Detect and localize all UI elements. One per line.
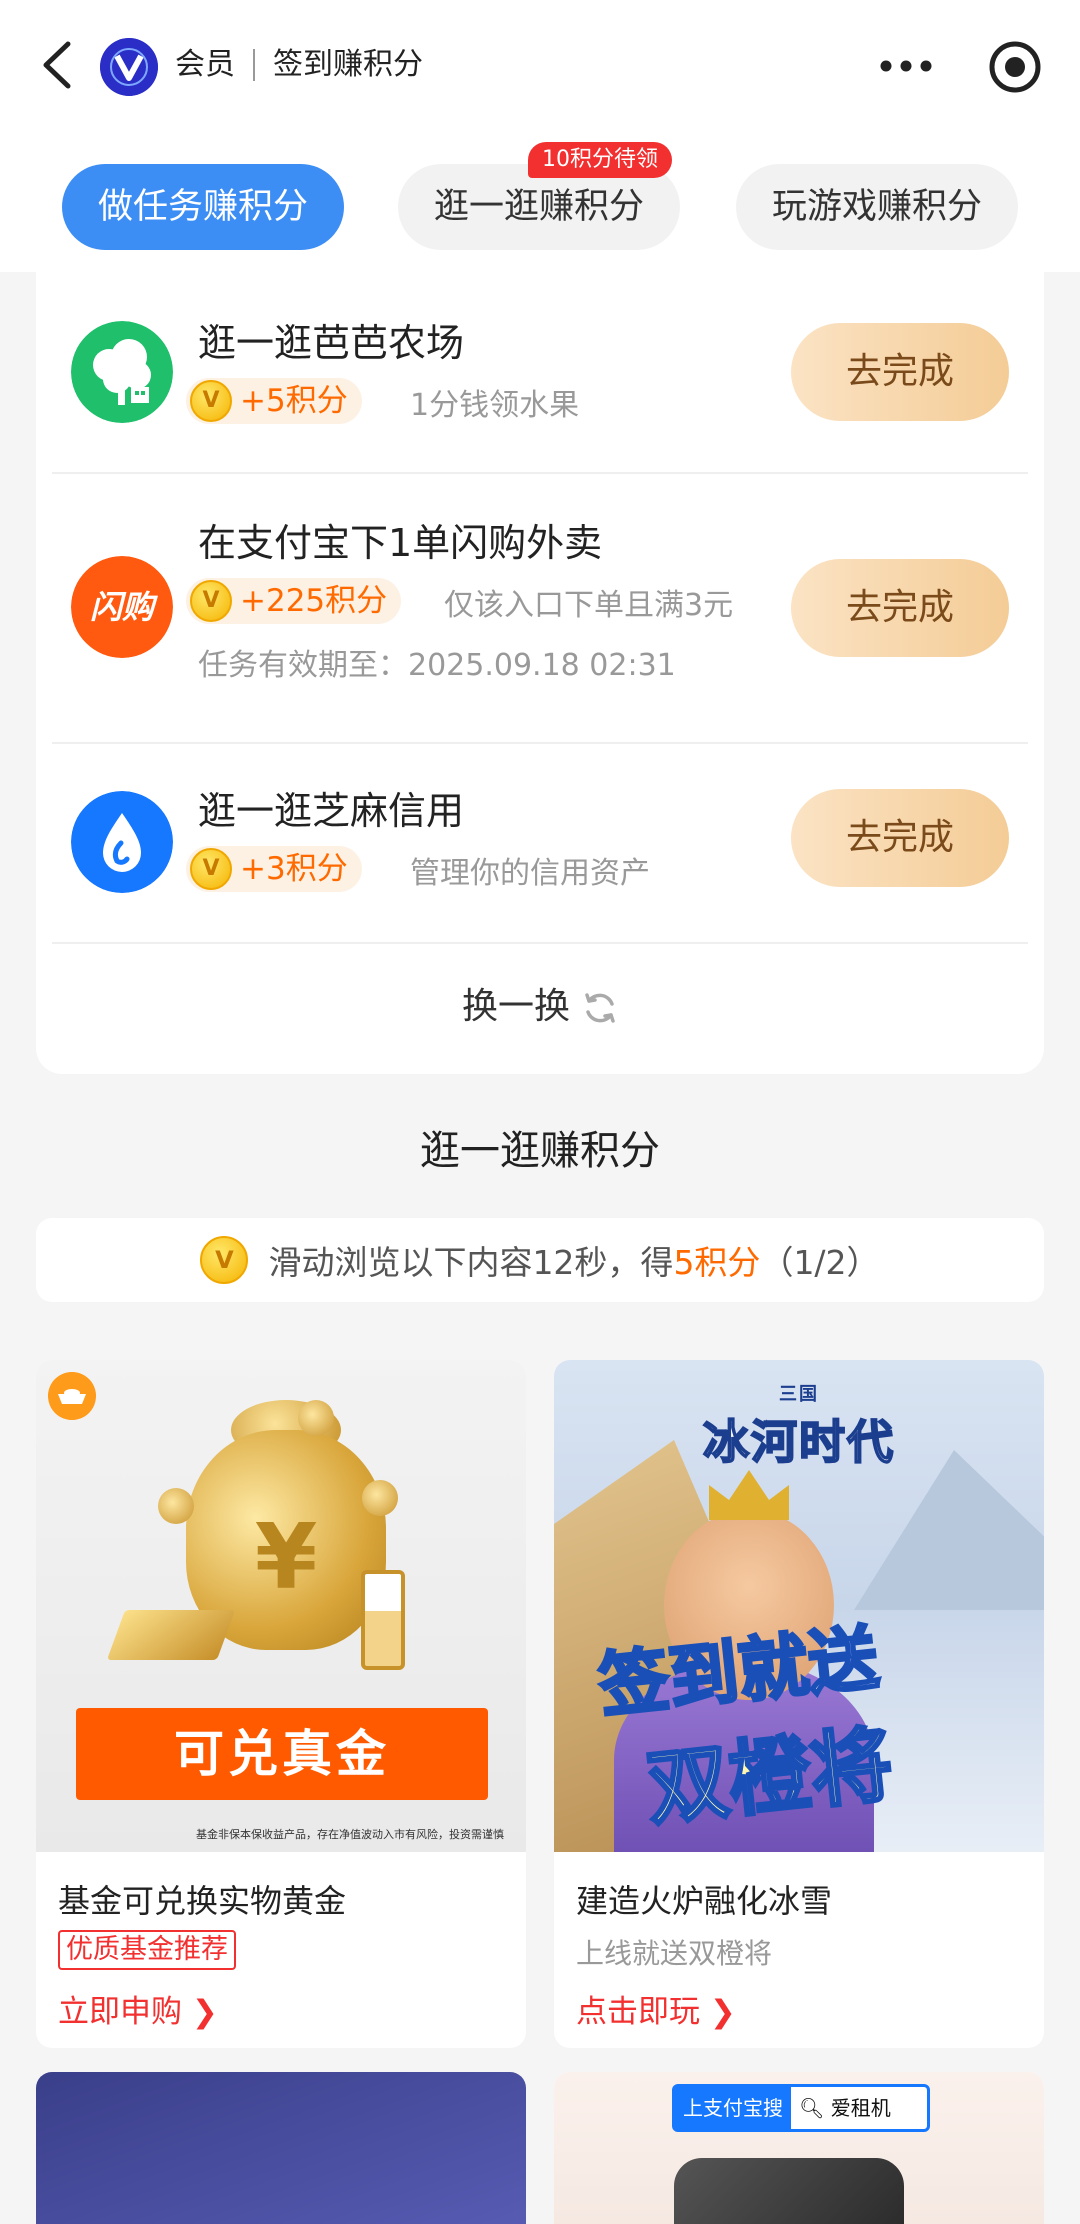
- chevron-right-icon: ❯: [191, 1994, 218, 2030]
- phone-image: [674, 2158, 904, 2224]
- task-expiry: 任务有效期至：2025.09.18 02:31: [198, 648, 676, 683]
- tab-play-games[interactable]: 玩游戏赚积分: [736, 164, 1018, 250]
- game-logo-text: 冰河时代: [702, 1414, 895, 1470]
- points-coin-icon: [200, 1236, 249, 1284]
- search-keyword: 爱租机: [830, 2096, 891, 2120]
- gold-bar-image: [106, 1610, 236, 1660]
- page-title: 签到赚积分: [273, 47, 423, 82]
- points-coin-icon: [190, 580, 232, 622]
- search-tag-left: 上支付宝搜: [675, 2087, 791, 2129]
- link-label: 点击即玩: [576, 1994, 700, 2030]
- fund-disclaimer: 基金非保本保收益产品，存在净值波动入市有风险，投资需谨慎: [196, 1828, 504, 1841]
- task-item-shangou: 闪购 在支付宝下1单闪购外卖 +225积分 仅该入口下单且满3元 任务有效期至：…: [36, 474, 1044, 744]
- complete-task-button[interactable]: 去完成: [791, 559, 1009, 657]
- feed-card-phone-rental[interactable]: 上支付宝搜 🔍︎ 爱租机: [554, 2072, 1044, 2224]
- task-title: 逛一逛芝麻信用: [198, 789, 465, 833]
- nav-brand: 会员: [175, 47, 235, 82]
- nav-title: 会员 签到赚积分: [175, 40, 423, 90]
- task-desc: 管理你的信用资产: [410, 856, 650, 891]
- browse-progress: （1/2）: [760, 1243, 880, 1282]
- link-label: 立即申购: [58, 1994, 182, 2030]
- refresh-icon: [585, 993, 615, 1023]
- gold-ingot-icon: [48, 1372, 96, 1420]
- snow-mountain-image: [854, 1450, 1044, 1610]
- points-value: +3积分: [240, 851, 348, 887]
- game-logo: 三国 冰河时代: [554, 1380, 1044, 1472]
- points-coin-icon: [190, 848, 232, 890]
- crown-icon: [709, 1470, 789, 1520]
- points-coin-icon: [190, 380, 232, 422]
- more-icon[interactable]: [878, 52, 934, 80]
- search-tag-right: 🔍︎ 爱租机: [791, 2087, 891, 2129]
- redeem-gold-banner: 可兑真金: [76, 1708, 488, 1800]
- nav-divider: [253, 49, 255, 81]
- svg-text:闪购: 闪购: [90, 588, 158, 626]
- task-desc: 仅该入口下单且满3元: [444, 588, 734, 623]
- shangou-icon: 闪购: [71, 556, 173, 658]
- refresh-label: 换一换: [461, 986, 570, 1027]
- card-title: 基金可兑换实物黄金: [58, 1882, 347, 1920]
- browse-progress-bar: 滑动浏览以下内容12秒，得5积分（1/2）: [36, 1218, 1044, 1302]
- member-logo-icon: [100, 38, 158, 96]
- points-reward: +3积分: [186, 846, 362, 892]
- search-icon: 🔍︎: [799, 2096, 825, 2120]
- alipay-search-tag: 上支付宝搜 🔍︎ 爱租机: [672, 2084, 930, 2132]
- task-title: 逛一逛芭芭农场: [198, 321, 465, 365]
- hourglass-icon: [361, 1570, 405, 1670]
- close-miniapp-icon[interactable]: [988, 40, 1042, 94]
- complete-task-button[interactable]: 去完成: [791, 323, 1009, 421]
- card-subtitle: 上线就送双橙将: [576, 1937, 773, 1970]
- browse-prefix: 滑动浏览以下内容12秒，得: [268, 1243, 674, 1282]
- gold-coin-image: [298, 1400, 334, 1436]
- feed-card-gold-fund[interactable]: ¥ 可兑真金 基金非保本保收益产品，存在净值波动入市有风险，投资需谨慎 基金可兑…: [36, 1360, 526, 2048]
- buy-now-link[interactable]: 立即申购 ❯: [58, 1986, 218, 2031]
- feed-card-game-map[interactable]: [36, 2072, 526, 2224]
- game-promo-image: 三国 冰河时代 签到就送 双橙将: [554, 1360, 1044, 1852]
- gold-fund-image: ¥ 可兑真金 基金非保本保收益产品，存在净值波动入市有风险，投资需谨慎: [36, 1360, 526, 1852]
- points-reward: +5积分: [186, 378, 362, 424]
- gold-coin-image: [362, 1480, 398, 1516]
- complete-task-button[interactable]: 去完成: [791, 789, 1009, 887]
- phone-rental-image: 上支付宝搜 🔍︎ 爱租机: [554, 2072, 1044, 2224]
- gold-coin-image: [158, 1488, 194, 1524]
- points-reward: +225积分: [186, 578, 402, 624]
- browse-section-title: 逛一逛赚积分: [420, 1128, 660, 1174]
- game-map-image: [36, 2072, 526, 2224]
- sesame-credit-icon: [71, 791, 173, 893]
- pending-points-badge: 10积分待领: [528, 142, 672, 178]
- points-value: +5积分: [240, 383, 348, 419]
- back-arrow-icon[interactable]: [38, 40, 78, 90]
- tab-do-tasks[interactable]: 做任务赚积分: [62, 164, 344, 250]
- divider: [52, 942, 1028, 944]
- task-item-sesame: 逛一逛芝麻信用 +3积分 管理你的信用资产 去完成: [36, 744, 1044, 944]
- farm-tree-icon: [71, 321, 173, 423]
- browse-reward: 5积分: [673, 1243, 761, 1282]
- top-nav-bar: 会员 签到赚积分: [0, 0, 1080, 130]
- play-now-link[interactable]: 点击即玩 ❯: [576, 1986, 736, 2031]
- chevron-right-icon: ❯: [709, 1994, 736, 2030]
- card-tag: 优质基金推荐: [58, 1930, 236, 1970]
- refresh-button[interactable]: 换一换: [36, 972, 1044, 1042]
- yen-symbol: ¥: [254, 1505, 318, 1610]
- task-desc: 1分钱领水果: [410, 388, 580, 423]
- points-value: +225积分: [240, 583, 388, 619]
- task-title: 在支付宝下1单闪购外卖: [198, 521, 603, 565]
- feed-card-ice-age-game[interactable]: 三国 冰河时代 签到就送 双橙将 建造火炉融化冰雪 上线就送双橙将 点击即玩 ❯: [554, 1360, 1044, 2048]
- task-list-card: 逛一逛芭芭农场 +5积分 1分钱领水果 去完成 闪购 在支付宝下1单闪购外卖 +…: [36, 272, 1044, 1074]
- task-item-farm: 逛一逛芭芭农场 +5积分 1分钱领水果 去完成: [36, 272, 1044, 472]
- game-logo-small: 三国: [779, 1384, 819, 1405]
- card-title: 建造火炉融化冰雪: [576, 1882, 833, 1920]
